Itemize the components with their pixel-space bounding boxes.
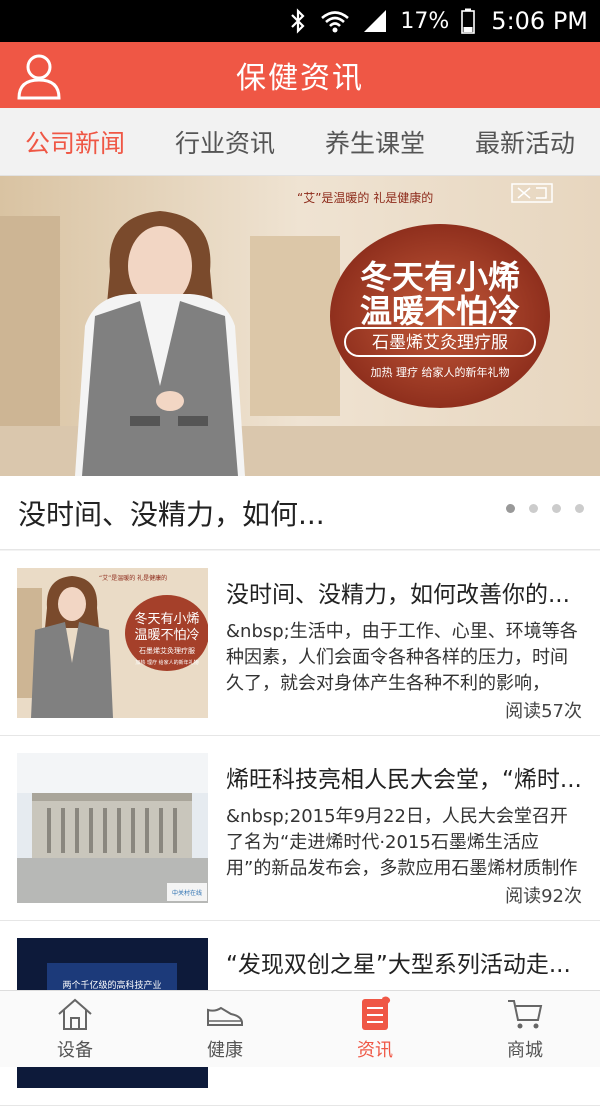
nav-health[interactable]: 健康 [150, 991, 300, 1067]
carousel-dot[interactable] [529, 504, 538, 513]
tab-industry-news[interactable]: 行业资讯 [175, 124, 275, 160]
thumb-watermark: 中关村在线 [172, 889, 202, 897]
news-icon [362, 996, 391, 1030]
article-thumbnail: 中关村在线 [17, 753, 208, 903]
tab-health-class[interactable]: 养生课堂 [325, 124, 425, 160]
banner-caption: 没时间、没精力，如何... [18, 497, 325, 531]
tab-latest-events[interactable]: 最新活动 [475, 124, 575, 160]
thumb-tagline: “艾”是温暖的 礼是健康的 [99, 574, 167, 582]
article-title: 没时间、没精力，如何改善你的... [226, 582, 570, 608]
app-bar: 保健资讯 [0, 42, 600, 108]
thumb-headline-2: 温暖不怕冷 [134, 628, 199, 643]
carousel-dot[interactable] [575, 504, 584, 513]
nav-mall[interactable]: 商城 [450, 991, 600, 1067]
thumb-headline-1: 冬天有小烯 [134, 611, 199, 627]
carousel-dot[interactable] [552, 504, 561, 513]
banner-carousel[interactable]: “艾”是温暖的 礼是健康的 冬天有小烯 温暖不怕冷 石墨烯艾灸理疗服 加热 理疗… [0, 176, 600, 476]
shoe-icon [207, 1006, 243, 1026]
article-title: 烯旺科技亮相人民大会堂，“烯时... [226, 767, 582, 793]
bottom-navigation: 设备 健康 资讯 商城 [0, 990, 600, 1067]
nav-label: 资讯 [357, 1040, 393, 1061]
article-thumbnail: “艾”是温暖的 礼是健康的 冬天有小烯 温暖不怕冷 石墨烯艾灸理疗服 加热 理疗… [17, 568, 208, 718]
banner-product: 石墨烯艾灸理疗服 [372, 333, 508, 353]
carousel-dot[interactable] [506, 504, 515, 513]
category-tabs: 公司新闻 行业资讯 养生课堂 最新活动 [0, 108, 600, 176]
article-summary: &nbsp;2015年9月22日，人民大会堂召开了名为“走进烯时代·2015石墨… [226, 806, 578, 879]
signal-icon [362, 9, 388, 33]
battery-percent: 17% [400, 8, 450, 34]
tab-company-news[interactable]: 公司新闻 [25, 124, 125, 160]
thumb-product: 石墨烯艾灸理疗服 [139, 646, 195, 655]
nav-news[interactable]: 资讯 [300, 991, 450, 1067]
nav-label: 商城 [507, 1040, 543, 1061]
nav-devices[interactable]: 设备 [0, 991, 150, 1067]
battery-icon [461, 8, 476, 34]
article-summary: &nbsp;生活中，由于工作、心里、环境等各种因素，人们会面令各种各样的压力，时… [226, 621, 578, 694]
article-title: “发现双创之星”大型系列活动走... [226, 952, 571, 978]
nav-label: 设备 [57, 1040, 93, 1061]
read-count: 阅读92次 [505, 886, 582, 907]
thumb-subline: 加热 理疗 给家人的新年礼物 [135, 659, 198, 666]
clock: 5:06 PM [491, 7, 588, 35]
banner-tagline: “艾”是温暖的 礼是健康的 [297, 190, 433, 205]
user-icon[interactable] [14, 50, 64, 100]
status-bar: 17% 5:06 PM [0, 0, 600, 42]
banner-caption-bar[interactable]: 没时间、没精力，如何... [0, 476, 600, 550]
article-item[interactable]: 中关村在线 烯旺科技亮相人民大会堂，“烯时... &nbsp;2015年9月22… [0, 736, 600, 921]
article-item[interactable]: “艾”是温暖的 礼是健康的 冬天有小烯 温暖不怕冷 石墨烯艾灸理疗服 加热 理疗… [0, 551, 600, 736]
carousel-indicator [506, 504, 584, 513]
read-count: 阅读57次 [505, 701, 582, 722]
wifi-icon [320, 9, 350, 33]
page-title: 保健资讯 [236, 61, 364, 96]
home-icon [58, 998, 92, 1030]
banner-headline-2: 温暖不怕冷 [360, 292, 520, 330]
nav-label: 健康 [207, 1040, 243, 1061]
cart-icon [508, 1000, 543, 1029]
bluetooth-icon [288, 8, 308, 34]
banner-subline: 加热 理疗 给家人的新年礼物 [371, 365, 510, 379]
banner-image: “艾”是温暖的 礼是健康的 冬天有小烯 温暖不怕冷 石墨烯艾灸理疗服 加热 理疗… [0, 176, 600, 476]
banner-headline-1: 冬天有小烯 [360, 258, 520, 296]
